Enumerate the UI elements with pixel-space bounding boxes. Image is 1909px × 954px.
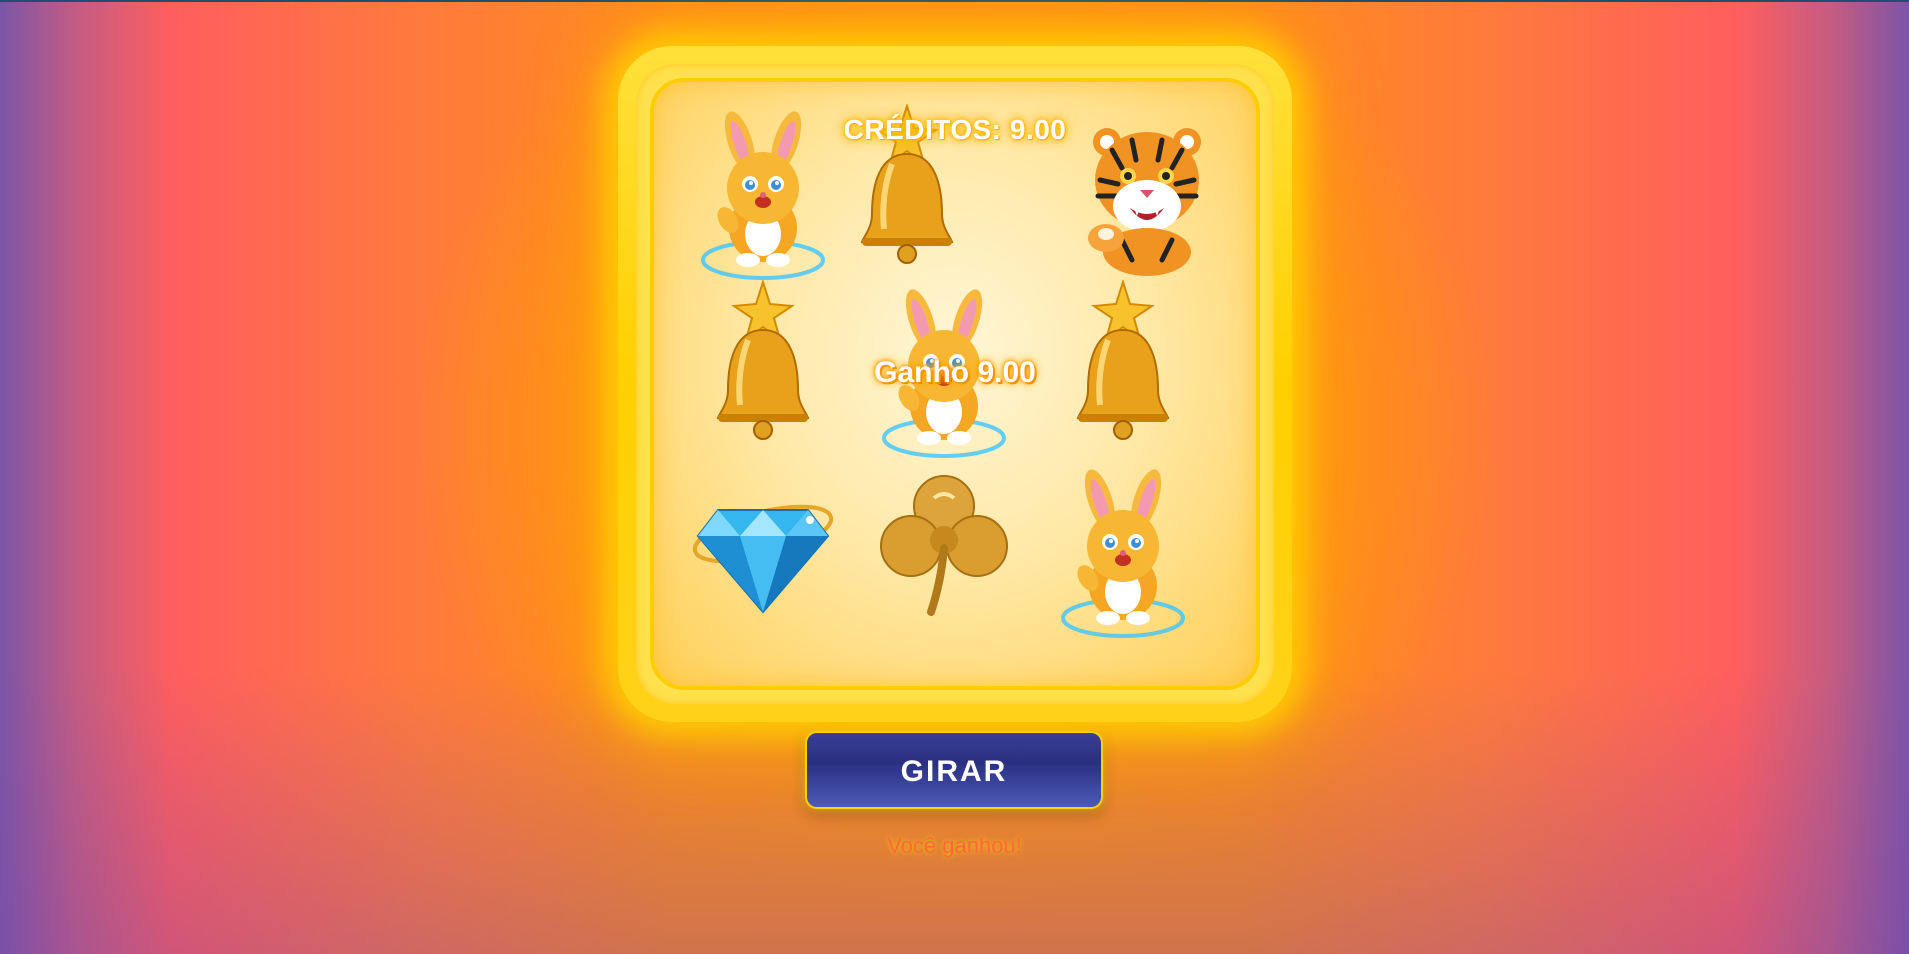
rabbit-icon — [1038, 468, 1208, 638]
spin-button[interactable]: GIRAR — [805, 731, 1103, 809]
reels-area: CRÉDITOS: 9.00 Ganho 9.00 — [654, 82, 1256, 686]
status-message: Você ganhou! — [887, 833, 1022, 858]
top-border — [0, 0, 1909, 2]
clover-icon — [859, 462, 1029, 632]
diamond-icon — [678, 462, 848, 632]
win-amount: Ganho 9.00 — [874, 356, 1036, 389]
slot-machine: CRÉDITOS: 9.00 Ganho 9.00 — [618, 46, 1292, 722]
credits-display: CRÉDITOS: 9.00 — [843, 114, 1067, 145]
